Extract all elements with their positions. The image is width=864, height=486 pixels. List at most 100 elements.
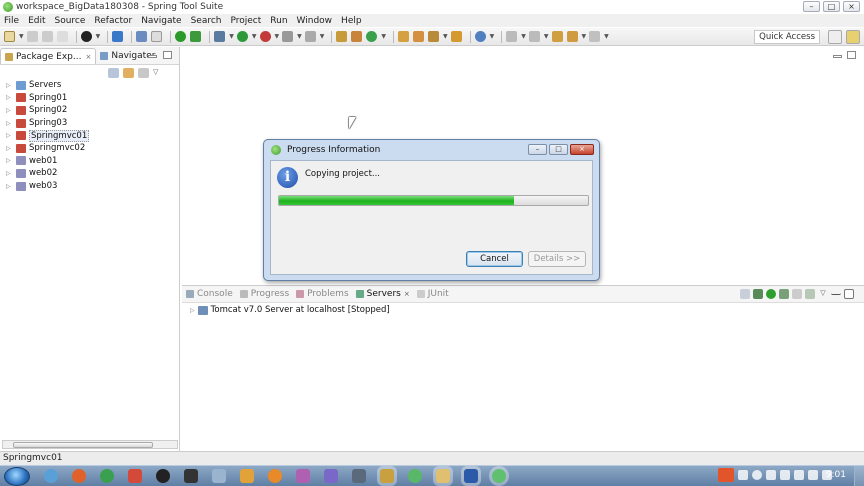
chevron-down-icon[interactable]: ▼ bbox=[521, 33, 526, 40]
minimize-editor-icon[interactable] bbox=[833, 55, 842, 58]
details-button[interactable]: Details >> bbox=[528, 251, 586, 267]
expand-arrow-icon[interactable]: ▷ bbox=[6, 157, 14, 164]
web-browser-icon[interactable] bbox=[474, 31, 486, 42]
xshell-icon[interactable] bbox=[324, 469, 338, 483]
maximize-editor-icon[interactable] bbox=[847, 51, 856, 59]
minimize-view-icon[interactable] bbox=[831, 289, 841, 295]
debug-icon[interactable] bbox=[259, 31, 271, 42]
chevron-down-icon[interactable]: ▼ bbox=[544, 33, 549, 40]
forward-icon[interactable] bbox=[589, 31, 601, 42]
save-icon[interactable] bbox=[26, 31, 38, 42]
language-icon[interactable] bbox=[738, 470, 748, 480]
menu-window[interactable]: Window bbox=[297, 16, 333, 26]
stop-server-icon[interactable] bbox=[792, 289, 802, 299]
scrollbar-thumb[interactable] bbox=[13, 442, 153, 448]
close-icon[interactable]: × bbox=[85, 53, 91, 61]
menu-navigate[interactable]: Navigate bbox=[141, 16, 181, 26]
maximize-button[interactable]: □ bbox=[823, 1, 840, 12]
profile-server-icon[interactable] bbox=[779, 289, 789, 299]
chevron-down-icon[interactable]: ▼ bbox=[604, 33, 609, 40]
media-player-icon[interactable] bbox=[296, 469, 310, 483]
tree-item-spring01[interactable]: ▷ Spring01 bbox=[6, 92, 176, 105]
command-prompt-icon[interactable] bbox=[184, 469, 198, 483]
show-desktop-button[interactable] bbox=[854, 466, 864, 486]
tab-problems[interactable]: Problems bbox=[296, 289, 349, 299]
keyboard-icon[interactable] bbox=[780, 470, 790, 480]
skip-breakpoints-icon[interactable] bbox=[136, 31, 148, 42]
last-edit-location-icon[interactable] bbox=[551, 31, 563, 42]
chevron-down-icon[interactable]: ▼ bbox=[297, 33, 302, 40]
server-list-item[interactable]: ▷ Tomcat v7.0 Server at localhost [Stopp… bbox=[190, 305, 390, 315]
run-icon[interactable] bbox=[236, 31, 248, 42]
new-class-icon[interactable] bbox=[366, 31, 378, 42]
remote-desktop-icon[interactable] bbox=[212, 469, 226, 483]
dialog-titlebar[interactable]: Progress Information – □ × bbox=[264, 140, 599, 160]
tree-item-springmvc02[interactable]: ▷ Springmvc02 bbox=[6, 142, 176, 155]
notepad-icon[interactable] bbox=[380, 469, 394, 483]
maximize-view-icon[interactable] bbox=[844, 289, 854, 299]
chrome-icon[interactable] bbox=[100, 469, 114, 483]
print-icon[interactable] bbox=[56, 31, 68, 42]
expand-arrow-icon[interactable]: ▷ bbox=[6, 120, 14, 127]
focus-on-task-icon[interactable] bbox=[138, 68, 149, 78]
menu-project[interactable]: Project bbox=[230, 16, 261, 26]
spring-tool-suite-running-icon[interactable] bbox=[492, 469, 506, 483]
explorer-folder-icon[interactable] bbox=[436, 469, 450, 483]
sogou-input-icon[interactable] bbox=[718, 468, 734, 482]
open-task-icon[interactable] bbox=[450, 31, 462, 42]
tree-item-springmvc01[interactable]: ▷ Springmvc01 bbox=[6, 129, 176, 142]
tree-item-web02[interactable]: ▷ web02 bbox=[6, 167, 176, 180]
firefox-icon[interactable] bbox=[72, 469, 86, 483]
collapse-all-icon[interactable] bbox=[108, 68, 119, 78]
tab-junit[interactable]: JUnit bbox=[416, 289, 449, 299]
tree-item-servers[interactable]: ▷ Servers bbox=[6, 79, 176, 92]
qq-icon[interactable] bbox=[156, 469, 170, 483]
start-server-icon[interactable] bbox=[766, 289, 776, 299]
save-all-icon[interactable] bbox=[41, 31, 53, 42]
cancel-button[interactable]: Cancel bbox=[466, 251, 523, 267]
expand-arrow-icon[interactable]: ▷ bbox=[6, 94, 14, 101]
menu-search[interactable]: Search bbox=[191, 16, 222, 26]
menu-help[interactable]: Help bbox=[341, 16, 362, 26]
dialog-minimize-button[interactable]: – bbox=[528, 144, 547, 155]
minimize-view-icon[interactable] bbox=[148, 55, 157, 58]
tree-item-spring03[interactable]: ▷ Spring03 bbox=[6, 117, 176, 130]
view-menu-icon[interactable]: ▽ bbox=[818, 289, 828, 299]
external-tools-icon[interactable] bbox=[304, 31, 316, 42]
toggle-view-icon[interactable] bbox=[151, 31, 163, 42]
next-annotation-icon[interactable] bbox=[506, 31, 518, 42]
dialog-close-button[interactable]: × bbox=[570, 144, 594, 155]
new-java-project-icon[interactable] bbox=[336, 31, 348, 42]
spring-dashboard-icon[interactable] bbox=[80, 31, 92, 42]
chevron-down-icon[interactable]: ▼ bbox=[275, 33, 280, 40]
tab-console[interactable]: Console bbox=[186, 289, 233, 299]
tree-item-spring02[interactable]: ▷ Spring02 bbox=[6, 104, 176, 117]
open-resource-icon[interactable] bbox=[413, 31, 424, 42]
search-app-icon[interactable] bbox=[268, 469, 282, 483]
debug-settings-icon[interactable] bbox=[214, 31, 226, 42]
spring-perspective-icon[interactable] bbox=[846, 30, 860, 44]
expand-arrow-icon[interactable]: ▷ bbox=[6, 183, 14, 190]
tab-progress[interactable]: Progress bbox=[239, 289, 289, 299]
back-icon[interactable] bbox=[566, 31, 578, 42]
tab-servers[interactable]: Servers × bbox=[355, 289, 410, 299]
expand-arrow-icon[interactable]: ▷ bbox=[190, 307, 195, 314]
previous-annotation-icon[interactable] bbox=[528, 31, 540, 42]
search-icon[interactable] bbox=[428, 31, 439, 42]
new-package-icon[interactable] bbox=[351, 31, 363, 42]
word-icon[interactable] bbox=[464, 469, 478, 483]
chevron-down-icon[interactable]: ▼ bbox=[443, 33, 448, 40]
menu-edit[interactable]: Edit bbox=[28, 16, 45, 26]
spring-boot-icon[interactable] bbox=[175, 31, 187, 42]
close-button[interactable]: × bbox=[843, 1, 860, 12]
vm-icon[interactable] bbox=[352, 469, 366, 483]
app-red-icon[interactable] bbox=[128, 469, 142, 483]
close-icon[interactable]: × bbox=[404, 290, 410, 298]
minimize-button[interactable]: – bbox=[803, 1, 820, 12]
start-button[interactable] bbox=[4, 466, 30, 486]
chevron-down-icon[interactable]: ▼ bbox=[19, 33, 24, 40]
stop-icon[interactable] bbox=[282, 31, 294, 42]
file-manager-icon[interactable] bbox=[240, 469, 254, 483]
expand-arrow-icon[interactable]: ▷ bbox=[6, 132, 14, 139]
taskbar-clock[interactable]: 9:01 bbox=[826, 470, 846, 480]
